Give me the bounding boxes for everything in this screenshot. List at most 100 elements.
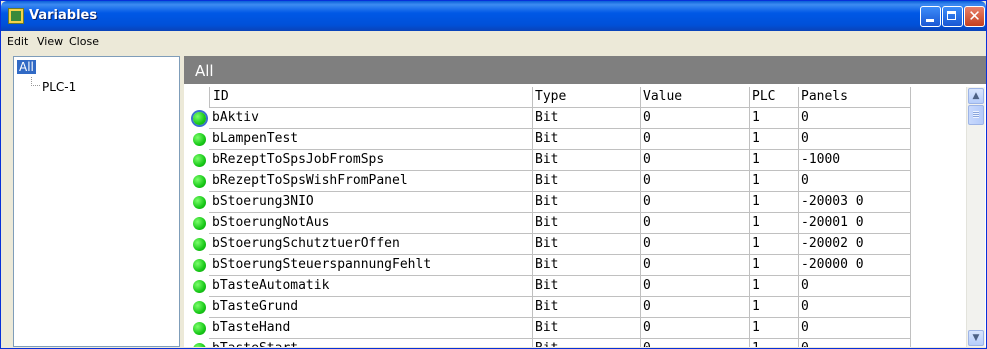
status-green-dot-icon [193,259,206,272]
plc-tree: All PLC-1 [13,56,180,347]
chevron-up-icon: ▲ [972,91,980,101]
cell-value: 0 [641,276,750,297]
cell-type: Bit [533,150,641,171]
cell-plc: 1 [750,108,799,129]
table-row[interactable]: bLampenTest Bit 0 1 0 [184,129,964,150]
status-green-dot-icon [193,238,206,251]
minimize-button[interactable] [920,6,941,27]
panel-header: All [184,56,986,84]
cell-type: Bit [533,213,641,234]
cell-id: bStoerungNotAus [209,213,533,234]
table-row[interactable]: bStoerungSteuerspannungFehlt Bit 0 1 -20… [184,255,964,276]
variables-window: Variables ✕ Edit View Close All PLC-1 Al… [0,0,987,349]
cell-id: bAktiv [209,108,533,129]
status-green-dot-icon [193,280,206,293]
close-icon: ✕ [968,7,981,25]
cell-value: 0 [641,234,750,255]
minimize-icon [926,19,934,22]
close-button[interactable]: ✕ [964,6,985,27]
table-row[interactable]: bStoerungSchutztuerOffen Bit 0 1 -20002 … [184,234,964,255]
cell-id: bTasteStart [209,339,533,347]
tree-item-all[interactable]: All [17,60,36,74]
table-row[interactable]: bRezeptToSpsJobFromSps Bit 0 1 -1000 [184,150,964,171]
window-title: Variables [29,8,98,23]
column-header-value[interactable]: Value [641,87,750,108]
cell-panels: -20002 0 [799,234,911,255]
cell-panels: 0 [799,171,911,192]
cell-id: bRezeptToSpsWishFromPanel [209,171,533,192]
table-row[interactable]: bTasteAutomatik Bit 0 1 0 [184,276,964,297]
vertical-scrollbar[interactable]: ▲ ▼ [966,87,985,347]
cell-panels: -20001 0 [799,213,911,234]
column-header-plc[interactable]: PLC [750,87,799,108]
cell-id: bRezeptToSpsJobFromSps [209,150,533,171]
cell-panels: 0 [799,276,911,297]
variables-panel: All ID Type Value PLC Panels bAktiv Bit … [184,56,986,347]
scroll-up-button[interactable]: ▲ [968,88,984,104]
cell-plc: 1 [750,297,799,318]
status-green-dot-icon [193,343,206,347]
app-icon [8,8,24,24]
status-green-dot-icon [193,322,206,335]
cell-value: 0 [641,213,750,234]
cell-type: Bit [533,192,641,213]
cell-type: Bit [533,234,641,255]
cell-plc: 1 [750,234,799,255]
cell-panels: 0 [799,318,911,339]
chevron-down-icon: ▼ [972,333,980,343]
table-row[interactable]: bStoerungNotAus Bit 0 1 -20001 0 [184,213,964,234]
cell-id: bStoerung3NIO [209,192,533,213]
table-row[interactable]: bRezeptToSpsWishFromPanel Bit 0 1 0 [184,171,964,192]
status-green-dot-icon [193,154,206,167]
status-green-dot-icon [193,133,206,146]
cell-id: bLampenTest [209,129,533,150]
variables-table: ID Type Value PLC Panels bAktiv Bit 0 1 … [184,87,964,347]
cell-plc: 1 [750,129,799,150]
table-row[interactable]: bStoerung3NIO Bit 0 1 -20003 0 [184,192,964,213]
tree-connector [31,77,40,86]
cell-panels: -1000 [799,150,911,171]
tree-item-plc-1[interactable]: PLC-1 [42,80,76,94]
status-green-dot-icon [193,196,206,209]
status-green-dot-icon [193,217,206,230]
column-header-type[interactable]: Type [533,87,641,108]
cell-panels: 0 [799,339,911,347]
table-row[interactable]: bTasteStart Bit 0 1 0 [184,339,964,347]
cell-panels: 0 [799,297,911,318]
cell-panels: -20000 0 [799,255,911,276]
status-green-dot-icon [193,175,206,188]
cell-type: Bit [533,318,641,339]
cell-value: 0 [641,339,750,347]
scroll-thumb[interactable] [968,105,984,125]
cell-value: 0 [641,192,750,213]
scroll-down-button[interactable]: ▼ [968,330,984,346]
cell-type: Bit [533,255,641,276]
cell-plc: 1 [750,255,799,276]
menu-edit[interactable]: Edit [7,35,28,48]
cell-plc: 1 [750,213,799,234]
cell-type: Bit [533,297,641,318]
cell-panels: -20003 0 [799,192,911,213]
cell-plc: 1 [750,150,799,171]
menu-close[interactable]: Close [69,35,99,48]
table-row[interactable]: bAktiv Bit 0 1 0 [184,108,964,129]
cell-type: Bit [533,276,641,297]
title-bar[interactable]: Variables ✕ [1,1,986,31]
status-green-dot-icon [193,112,206,125]
cell-type: Bit [533,171,641,192]
maximize-button[interactable] [942,6,963,27]
cell-value: 0 [641,297,750,318]
cell-id: bTasteHand [209,318,533,339]
table-header-row: ID Type Value PLC Panels [184,87,964,108]
cell-panels: 0 [799,129,911,150]
menu-bar: Edit View Close [1,31,986,51]
cell-plc: 1 [750,171,799,192]
table-row[interactable]: bTasteGrund Bit 0 1 0 [184,297,964,318]
cell-plc: 1 [750,192,799,213]
table-row[interactable]: bTasteHand Bit 0 1 0 [184,318,964,339]
status-green-dot-icon [193,301,206,314]
menu-view[interactable]: View [37,35,63,48]
panel-title: All [195,62,214,80]
column-header-panels[interactable]: Panels [799,87,911,108]
column-header-id[interactable]: ID [209,87,533,108]
